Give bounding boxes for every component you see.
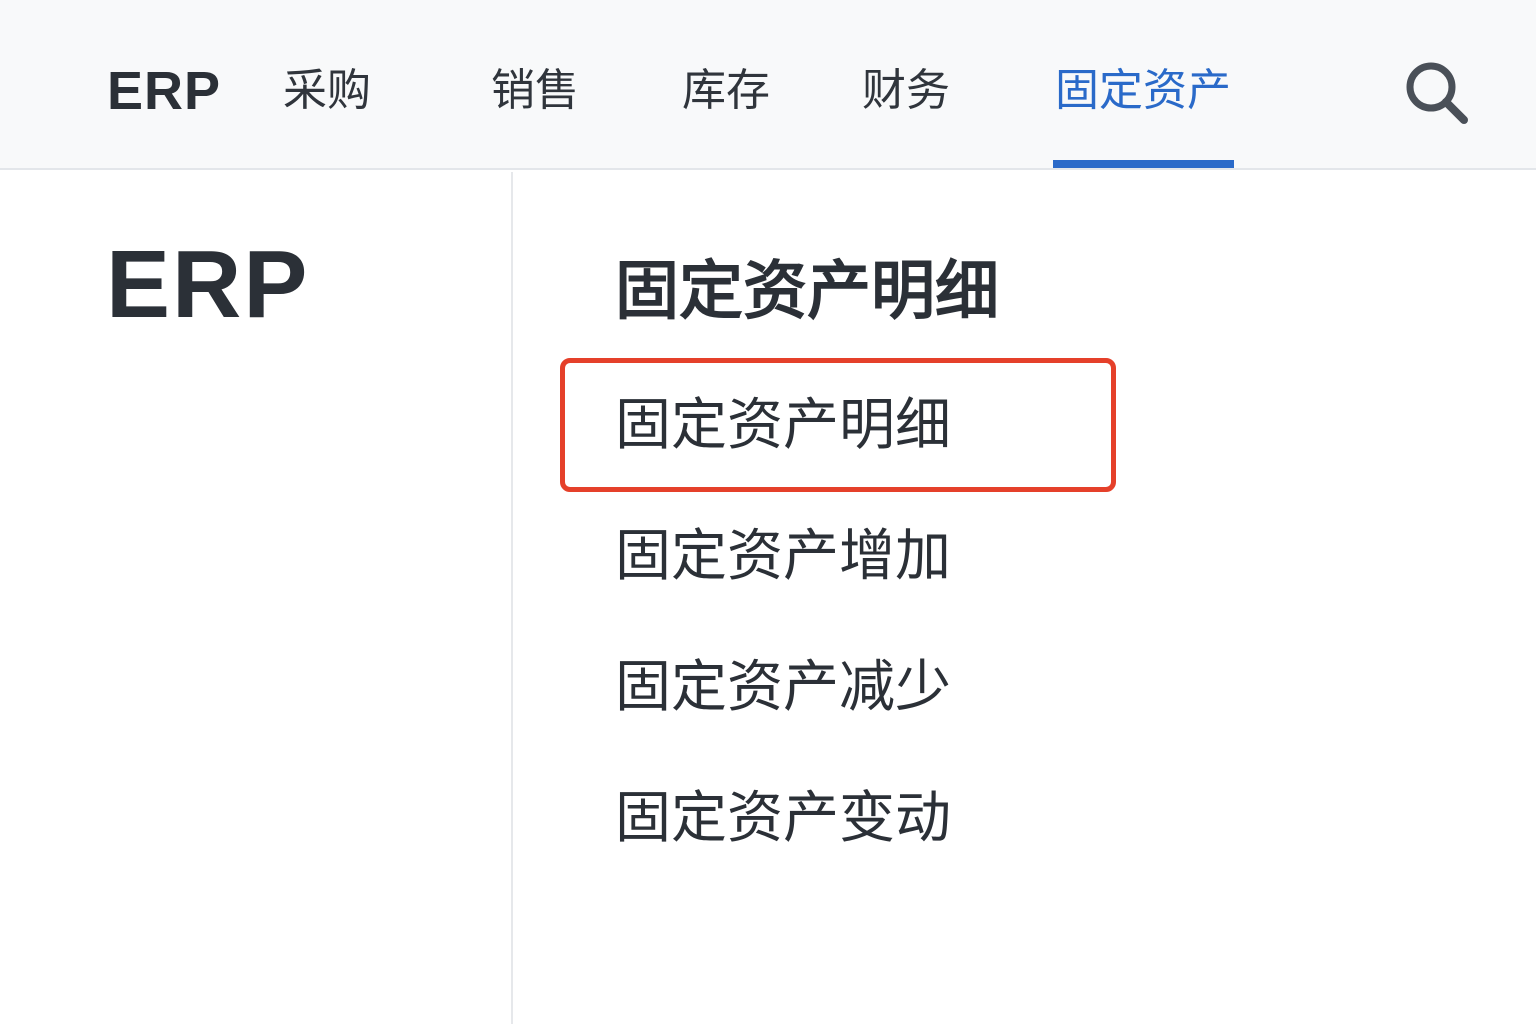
main-content: 固定资产明细 固定资产明细 固定资产增加 固定资产减少 固定资产变动 <box>515 172 1536 1024</box>
sidebar-logo: ERP <box>106 231 310 338</box>
sidebar: ERP <box>0 172 513 1024</box>
tab-inventory[interactable]: 库存 <box>682 58 770 124</box>
search-button[interactable] <box>1400 56 1474 130</box>
menu-item-asset-details[interactable]: 固定资产明细 <box>615 388 951 464</box>
menu-item-asset-additions[interactable]: 固定资产增加 <box>615 519 951 595</box>
menu-item-asset-changes[interactable]: 固定资产变动 <box>615 781 951 857</box>
search-icon <box>1406 62 1468 124</box>
tab-fixed-assets[interactable]: 固定资产 <box>1055 58 1231 124</box>
tab-finance[interactable]: 财务 <box>862 58 950 124</box>
brand-logo[interactable]: ERP <box>107 58 221 124</box>
active-tab-indicator <box>1053 160 1234 168</box>
tab-purchase[interactable]: 采购 <box>283 58 371 124</box>
section-title: 固定资产明细 <box>615 255 999 329</box>
top-navigation-bar: ERP 采购 销售 库存 财务 固定资产 <box>0 0 1536 170</box>
tab-sales[interactable]: 销售 <box>491 58 579 124</box>
menu-item-asset-reductions[interactable]: 固定资产减少 <box>615 650 951 726</box>
